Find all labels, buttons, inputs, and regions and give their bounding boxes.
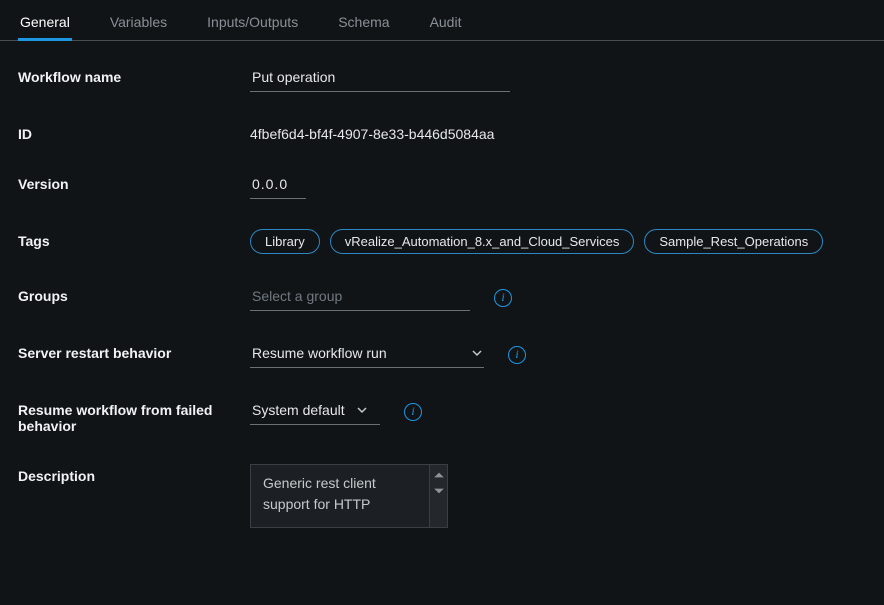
resume-failed-select[interactable]: System default [250,398,380,425]
row-server-restart: Server restart behavior Resume workflow … [18,341,866,368]
id-value: 4fbef6d4-bf4f-4907-8e33-b446d5084aa [250,122,494,142]
info-icon[interactable]: i [404,403,422,421]
label-version: Version [18,172,250,192]
description-text: Generic rest client support for HTTP [251,465,429,527]
general-form: Workflow name ID 4fbef6d4-bf4f-4907-8e33… [0,41,884,568]
chevron-down-icon [357,405,367,415]
row-workflow-name: Workflow name [18,65,866,92]
server-restart-value: Resume workflow run [252,345,387,361]
tab-variables[interactable]: Variables [108,10,169,40]
tab-audit[interactable]: Audit [428,10,464,40]
row-id: ID 4fbef6d4-bf4f-4907-8e33-b446d5084aa [18,122,866,142]
scroll-up-icon[interactable] [433,469,445,481]
workflow-name-input[interactable] [250,65,510,92]
label-groups: Groups [18,284,250,304]
row-tags: Tags Library vRealize_Automation_8.x_and… [18,229,866,254]
description-scrollbar[interactable] [429,465,447,527]
label-workflow-name: Workflow name [18,65,250,85]
info-icon[interactable]: i [494,289,512,307]
server-restart-select[interactable]: Resume workflow run [250,341,484,368]
scroll-down-icon[interactable] [433,485,445,497]
tab-general[interactable]: General [18,10,72,40]
row-groups: Groups i [18,284,866,311]
label-resume-failed: Resume workflow from failed behavior [18,398,250,434]
row-resume-failed: Resume workflow from failed behavior Sys… [18,398,866,434]
groups-input[interactable] [250,284,470,311]
row-version: Version [18,172,866,199]
resume-failed-value: System default [252,402,345,418]
version-input[interactable] [250,172,306,199]
label-tags: Tags [18,229,250,249]
label-description: Description [18,464,250,484]
info-icon[interactable]: i [508,346,526,364]
row-description: Description Generic rest client support … [18,464,866,528]
tag-pill[interactable]: Sample_Rest_Operations [644,229,823,254]
tab-inputs-outputs[interactable]: Inputs/Outputs [205,10,300,40]
chevron-down-icon [472,348,482,358]
label-server-restart: Server restart behavior [18,341,250,361]
tag-pill[interactable]: vRealize_Automation_8.x_and_Cloud_Servic… [330,229,635,254]
label-id: ID [18,122,250,142]
tag-pill[interactable]: Library [250,229,320,254]
description-textarea[interactable]: Generic rest client support for HTTP [250,464,448,528]
tab-schema[interactable]: Schema [336,10,391,40]
tab-bar: General Variables Inputs/Outputs Schema … [0,0,884,41]
tags-container: Library vRealize_Automation_8.x_and_Clou… [250,229,866,254]
